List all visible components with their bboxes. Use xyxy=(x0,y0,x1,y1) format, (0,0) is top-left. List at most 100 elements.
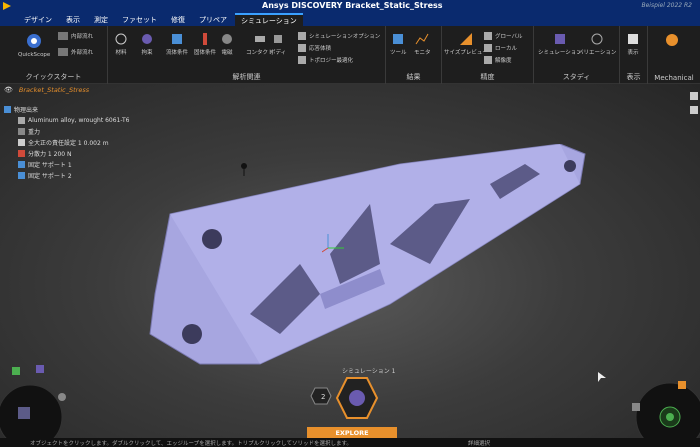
viewport[interactable]: 👁 Bracket_Static_Stress 物理出来 Aluminum al… xyxy=(0,84,700,447)
physics-icon xyxy=(4,106,11,113)
external-flow-button[interactable]: 外部流れ xyxy=(58,48,93,56)
tab-display[interactable]: 表示 xyxy=(60,13,86,26)
flow-icon xyxy=(58,48,68,56)
monitor-button[interactable]: モニタ xyxy=(414,32,431,56)
constraint-button[interactable]: 拘束 xyxy=(140,32,154,56)
doc-tab[interactable]: Bracket_Static_Stress xyxy=(19,86,89,94)
body-button[interactable]: ボディ xyxy=(270,32,286,56)
label: サイズプレビュー xyxy=(444,50,488,56)
label: 材料 xyxy=(115,50,127,56)
gravity-icon xyxy=(18,128,25,135)
explore-button[interactable]: EXPLORE xyxy=(307,427,397,438)
tab-label: シミュレーション xyxy=(241,16,297,25)
tab-simulation[interactable]: シミュレーション xyxy=(235,13,303,26)
tree-label: 重力 xyxy=(28,129,41,136)
label: トポロジー最適化 xyxy=(309,58,354,64)
electromagnetic-button[interactable]: 電磁 xyxy=(220,32,234,56)
group-label: Mechanical xyxy=(654,74,694,82)
cube-icon xyxy=(554,34,565,44)
size-preview-button[interactable]: サイズプレビュー xyxy=(444,32,488,56)
group-label: クイックスタート xyxy=(25,73,82,81)
left-navigation-wheel[interactable] xyxy=(0,359,80,447)
response-volume-button[interactable]: 応答体積 xyxy=(298,44,331,52)
view-toggle-icon[interactable] xyxy=(690,92,698,100)
volume-icon xyxy=(298,44,306,52)
global-button[interactable]: グローバル xyxy=(484,32,522,40)
local-button[interactable]: ローカル xyxy=(484,44,517,52)
tree-label: 全大正の責任設定 1 0.002 m xyxy=(28,140,109,147)
fluid-icon xyxy=(172,34,182,44)
topology-button[interactable]: トポロジー最適化 xyxy=(298,56,353,64)
tools-icon xyxy=(393,34,404,44)
force-icon xyxy=(18,150,25,157)
cube-view-icon[interactable] xyxy=(36,365,44,373)
tab-prepare[interactable]: プリペア xyxy=(193,13,233,26)
title-bar: Ansys DISCOVERY Bracket_Static_Stress Be… xyxy=(0,0,700,12)
variation-button[interactable]: バリエーション xyxy=(578,32,616,56)
home-icon[interactable] xyxy=(12,367,20,375)
tree-item-physics[interactable]: 物理出来 xyxy=(4,104,164,115)
group-label: 精度 xyxy=(480,73,495,81)
internal-flow-button[interactable]: 内部流れ xyxy=(58,32,93,40)
tab-design[interactable]: デザイン xyxy=(18,13,58,26)
body-icon xyxy=(274,35,283,43)
material-icon xyxy=(115,33,127,45)
resolution-button[interactable]: 解像度 xyxy=(484,56,512,64)
display-button[interactable]: 表示 xyxy=(626,32,640,56)
label: モニタ xyxy=(414,50,431,56)
quickscope-button[interactable]: QuickScope xyxy=(18,32,50,58)
tree-label: 分散力 1 200 N xyxy=(28,151,72,158)
power-icon[interactable] xyxy=(666,413,674,421)
group-label: 解析関連 xyxy=(232,73,261,81)
monitor-icon xyxy=(415,33,429,45)
label: バリエーション xyxy=(578,50,617,56)
pipe-icon xyxy=(58,32,68,40)
label: シミュレーションオプション xyxy=(309,34,381,40)
status-hint: オブジェクトをクリックします。ダブルクリックして、エッジループを選択します。トリ… xyxy=(30,440,352,447)
thermometer-icon xyxy=(203,33,207,45)
ansys-logo-icon xyxy=(3,2,11,10)
view-cube-icon[interactable] xyxy=(18,407,30,419)
tree-item-gravity[interactable]: 重力 xyxy=(4,126,164,137)
variation-icon xyxy=(591,33,603,45)
label: 拘束 xyxy=(141,50,153,56)
ribbon-tabs: デザイン 表示 測定 ファセット 修復 プリペア シミュレーション xyxy=(0,12,700,26)
settings-icon[interactable] xyxy=(58,393,66,401)
material-button[interactable]: 材料 xyxy=(114,32,128,56)
display-toggle-icon[interactable] xyxy=(690,106,698,114)
label: 解像度 xyxy=(495,58,512,64)
orange-cube-icon[interactable] xyxy=(678,381,686,389)
label: 固体条件 xyxy=(194,50,217,56)
tab-label: プリペア xyxy=(199,15,227,24)
study-hex-selector[interactable]: 2 xyxy=(305,374,385,432)
group-mechanical: Mechanical xyxy=(648,26,700,84)
sim-options-button[interactable]: シミュレーションオプション xyxy=(298,32,380,40)
simulation-study-button[interactable]: シミュレーション xyxy=(538,32,582,56)
label: ローカル xyxy=(495,46,518,52)
bracket-model[interactable] xyxy=(140,144,600,384)
tab-measure[interactable]: 測定 xyxy=(88,13,114,26)
tab-repair[interactable]: 修復 xyxy=(165,13,191,26)
tree-label: 物理出来 xyxy=(14,107,39,114)
mechanical-button[interactable] xyxy=(664,32,680,50)
group-study: シミュレーション バリエーション スタディ xyxy=(534,26,620,84)
label: 応答体積 xyxy=(309,46,332,52)
gear-icon xyxy=(142,34,152,44)
right-navigation-wheel[interactable] xyxy=(622,373,700,447)
tab-facet[interactable]: ファセット xyxy=(116,13,163,26)
settings-icon[interactable] xyxy=(632,403,640,411)
group-physics: 材料 拘束 流体条件 固体条件 電磁 コンタクト ボディ シミュレーションオプシ… xyxy=(108,26,386,84)
local-icon xyxy=(484,44,492,52)
tools-button[interactable]: ツール xyxy=(390,32,407,56)
label: シミュレーション xyxy=(538,50,582,56)
eye-icon[interactable]: 👁 xyxy=(4,86,13,94)
solid-condition-button[interactable]: 固体条件 xyxy=(194,32,216,56)
label: ツール xyxy=(390,50,407,56)
tab-label: ファセット xyxy=(122,15,157,24)
window-title: Ansys DISCOVERY Bracket_Static_Stress xyxy=(262,1,443,10)
tree-item-material[interactable]: Aluminum alloy, wrought 6061-T6 xyxy=(4,115,164,126)
tree-label: 固定 サポート 1 xyxy=(28,162,72,169)
mechanical-gear-icon xyxy=(666,34,678,46)
external-flow-label: 外部流れ xyxy=(71,50,94,56)
fluid-condition-button[interactable]: 流体条件 xyxy=(166,32,188,56)
